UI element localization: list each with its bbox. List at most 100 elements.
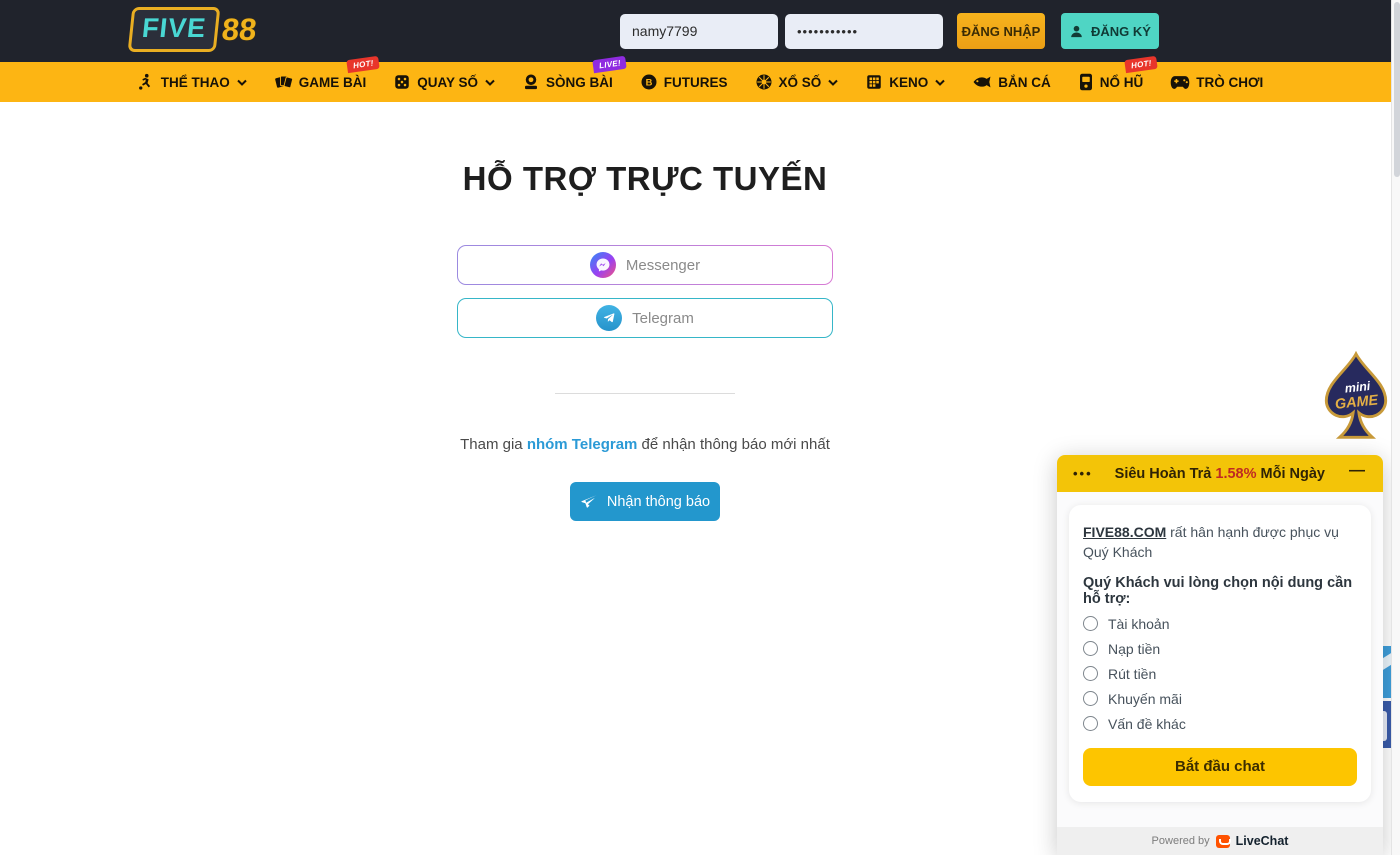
notify-button[interactable]: Nhận thông báo (570, 482, 720, 521)
telegram-label: Telegram (632, 310, 694, 327)
livechat-brand-label[interactable]: LiveChat (1236, 834, 1289, 848)
livechat-logo-icon (1216, 835, 1230, 848)
page-scrollbar (1391, 0, 1400, 855)
nav-item-label: NỔ HŨ (1100, 75, 1144, 90)
notify-button-label: Nhận thông báo (607, 494, 710, 510)
nav-item-futures[interactable]: B FUTURES (640, 73, 728, 91)
nav-item-tro-choi[interactable]: TRÒ CHƠI (1170, 75, 1263, 90)
option-van-de-khac[interactable]: Vấn đề khác (1083, 716, 1357, 732)
fish-icon (972, 74, 992, 90)
option-nap-tien[interactable]: Nạp tiền (1083, 641, 1357, 657)
nav-item-keno[interactable]: KENO (865, 73, 945, 91)
chat-menu-icon[interactable]: ••• (1073, 466, 1093, 481)
paper-plane-icon (580, 493, 598, 511)
hot-badge: HOT! (347, 56, 380, 73)
option-label: Khuyến mãi (1108, 691, 1182, 707)
livechat-footer: Powered by LiveChat (1057, 827, 1383, 855)
site-logo[interactable]: FIVE 88 (128, 7, 259, 52)
option-label: Vấn đề khác (1108, 716, 1186, 732)
nav-item-ban-ca[interactable]: BẮN CÁ (972, 74, 1051, 90)
page-title: HỖ TRỢ TRỰC TUYẾN (0, 160, 1290, 198)
messenger-label: Messenger (626, 257, 700, 274)
person-icon (1069, 24, 1084, 39)
nav-item-label: QUAY SỐ (417, 75, 478, 90)
login-button[interactable]: ĐĂNG NHẬP (957, 13, 1045, 49)
option-label: Tài khoản (1108, 616, 1169, 632)
radio-icon[interactable] (1083, 716, 1098, 731)
nav-item-quay-so[interactable]: QUAY SỐ (393, 73, 495, 91)
livechat-widget: ••• Siêu Hoàn Trả 1.58% Mỗi Ngày — FIVE8… (1057, 455, 1383, 855)
join-text-suffix: để nhận thông báo mới nhất (637, 436, 829, 453)
nav-item-label: KENO (889, 75, 928, 90)
nav-item-no-hu[interactable]: HOT! NỔ HŨ (1078, 73, 1144, 91)
option-tai-khoan[interactable]: Tài khoản (1083, 616, 1357, 632)
brand-link[interactable]: FIVE88.COM (1083, 524, 1166, 540)
chat-message-card: FIVE88.COM rất hân hạnh được phục vụ Quý… (1069, 505, 1371, 802)
keno-grid-icon (865, 73, 883, 91)
logo-88-text: 88 (220, 12, 258, 48)
password-input[interactable] (785, 14, 943, 49)
messenger-button[interactable]: Messenger (457, 245, 833, 285)
mini-game-button[interactable]: mini GAME (1317, 351, 1395, 443)
option-khuyen-mai[interactable]: Khuyến mãi (1083, 691, 1357, 707)
lottery-wheel-icon (755, 73, 773, 91)
powered-by-text: Powered by (1152, 835, 1210, 847)
nav-item-label: TRÒ CHƠI (1196, 75, 1263, 90)
chat-title-highlight: 1.58% (1215, 466, 1256, 482)
nav-item-the-thao[interactable]: THỂ THAO (137, 73, 247, 91)
telegram-button[interactable]: Telegram (457, 298, 833, 338)
top-header: FIVE 88 ĐĂNG NHẬP ĐĂNG KÝ (0, 0, 1400, 62)
nav-item-label: SÒNG BÀI (546, 75, 613, 90)
page: FIVE 88 ĐĂNG NHẬP ĐĂNG KÝ THỂ THAO HOT! … (0, 0, 1400, 855)
chevron-down-icon (935, 79, 945, 86)
radio-icon[interactable] (1083, 616, 1098, 631)
radio-icon[interactable] (1083, 641, 1098, 656)
livechat-header: ••• Siêu Hoàn Trả 1.58% Mỗi Ngày — (1057, 455, 1383, 492)
dice-icon (393, 73, 411, 91)
start-chat-button[interactable]: Bắt đầu chat (1083, 748, 1357, 786)
join-text-prefix: Tham gia (460, 436, 527, 453)
nav-item-label: FUTURES (664, 75, 728, 90)
chevron-down-icon (828, 79, 838, 86)
chat-greeting: FIVE88.COM rất hân hạnh được phục vụ Quý… (1083, 522, 1357, 563)
bitcoin-icon: B (640, 73, 658, 91)
logo-five-text: FIVE (128, 7, 221, 52)
auth-form: ĐĂNG NHẬP ĐĂNG KÝ (620, 13, 1159, 49)
main-content: HỖ TRỢ TRỰC TUYẾN Messenger Telegram Tha… (0, 102, 1290, 198)
chevron-down-icon (485, 79, 495, 86)
username-input[interactable] (620, 14, 778, 49)
minimize-icon[interactable]: — (1347, 462, 1367, 486)
chat-title: Siêu Hoàn Trả 1.58% Mỗi Ngày (1093, 466, 1347, 482)
nav-item-label: XỔ SỐ (779, 75, 822, 90)
chevron-down-icon (237, 79, 247, 86)
join-telegram-text: Tham gia nhóm Telegram để nhận thông báo… (0, 436, 1290, 453)
main-nav: THỂ THAO HOT! GAME BÀI QUAY SỐ LIVE! SÒN… (0, 62, 1400, 102)
divider (555, 393, 735, 394)
spade-icon: mini GAME (1317, 351, 1395, 443)
nav-item-xo-so[interactable]: XỔ SỐ (755, 73, 839, 91)
casino-chip-icon (522, 73, 540, 91)
chat-title-prefix: Siêu Hoàn Trả (1115, 466, 1216, 482)
nav-item-label: BẮN CÁ (998, 75, 1051, 90)
telegram-icon (596, 305, 622, 331)
nav-item-label: THỂ THAO (161, 75, 230, 90)
option-label: Rút tiền (1108, 666, 1156, 682)
nav-item-label: GAME BÀI (299, 75, 367, 90)
slot-machine-icon (1078, 73, 1094, 91)
radio-icon[interactable] (1083, 666, 1098, 681)
svg-text:B: B (645, 77, 652, 87)
cards-icon (274, 73, 293, 91)
register-label: ĐĂNG KÝ (1091, 24, 1151, 39)
telegram-group-link[interactable]: nhóm Telegram (527, 436, 638, 453)
option-rut-tien[interactable]: Rút tiền (1083, 666, 1357, 682)
option-label: Nạp tiền (1108, 641, 1160, 657)
chat-prompt: Quý Khách vui lòng chọn nội dung cần hỗ … (1083, 575, 1357, 607)
soccer-player-icon (137, 73, 155, 91)
radio-icon[interactable] (1083, 691, 1098, 706)
nav-item-game-bai[interactable]: HOT! GAME BÀI (274, 73, 367, 91)
nav-item-song-bai[interactable]: LIVE! SÒNG BÀI (522, 73, 613, 91)
register-button[interactable]: ĐĂNG KÝ (1061, 13, 1159, 49)
chat-title-suffix: Mỗi Ngày (1257, 466, 1325, 482)
scrollbar-thumb[interactable] (1394, 2, 1400, 177)
messenger-icon (590, 252, 616, 278)
